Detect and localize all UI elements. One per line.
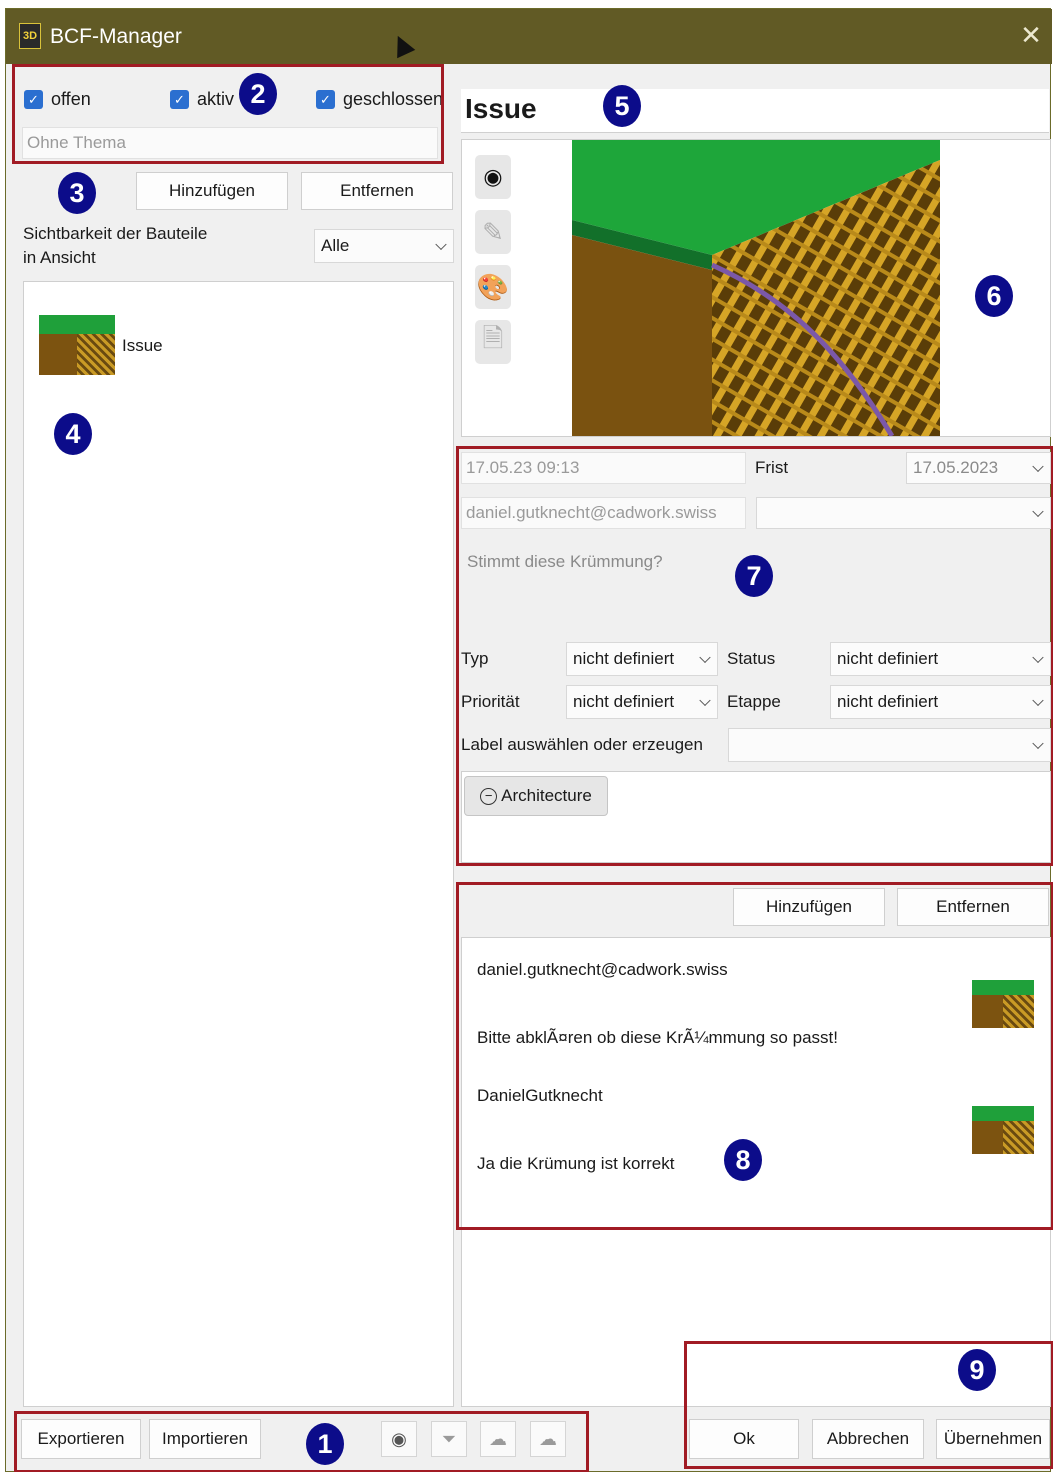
viewpoint-image[interactable] [572,140,940,436]
marker-3: 3 [58,172,96,214]
title-bar: 3D BCF-Manager ✕ [6,9,1052,64]
window-title: BCF-Manager [50,25,182,48]
add-issue-button[interactable]: Hinzufügen [136,172,288,210]
remove-issue-button[interactable]: Entfernen [301,172,453,210]
close-icon[interactable]: ✕ [1018,21,1044,49]
issue-list-label: Issue [122,336,163,355]
marker-6: 6 [975,275,1013,317]
visibility-label-line1: Sichtbarkeit der Bauteile [23,224,208,243]
edit-icon[interactable]: ✎ [475,210,511,254]
document-icon[interactable]: 🗎 [475,320,511,364]
eye-icon[interactable]: ◉ [475,155,511,199]
visibility-label-line2: in Ansicht [23,248,96,267]
annotation-box-9 [684,1341,1053,1469]
marker-1: 1 [306,1423,344,1465]
issue-title: Issue [465,93,537,124]
bcf-manager-window: 3D BCF-Manager ✕ ✓ offen ✓ aktiv ✓ gesch… [5,8,1053,1472]
marker-5: 5 [603,85,641,127]
issue-list: Issue [23,281,454,1407]
annotation-box-7 [456,446,1053,866]
marker-7: 7 [735,555,773,597]
app-icon: 3D [19,23,41,49]
marker-8: 8 [724,1139,762,1181]
annotation-box-8 [456,882,1053,1230]
annotation-box-2 [12,64,444,164]
issue-title-field[interactable]: Issue [461,89,1049,133]
marker-2: 2 [239,73,277,115]
chevron-down-icon [435,238,447,251]
palette-icon[interactable]: 🎨 [475,265,511,309]
annotation-box-1 [14,1411,589,1472]
visibility-select-value: Alle [321,236,350,255]
issue-thumbnail [39,315,115,375]
viewpoint-panel: ◉ ✎ 🎨 🗎 [461,139,1051,437]
marker-9: 9 [958,1349,996,1391]
list-item[interactable]: Issue [24,282,453,392]
marker-4: 4 [54,413,92,455]
visibility-select[interactable]: Alle [314,229,454,263]
